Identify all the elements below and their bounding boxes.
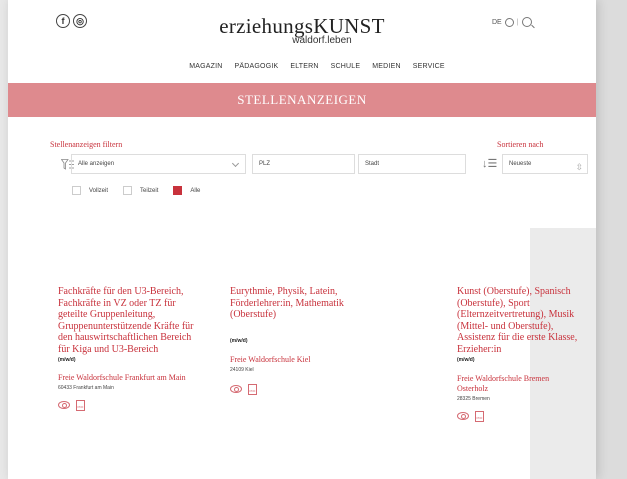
category-select[interactable]: Alle anzeigen <box>71 154 246 174</box>
category-select-value: Alle anzeigen <box>78 161 115 167</box>
stadt-input[interactable]: Stadt <box>358 154 466 174</box>
checkbox-box[interactable] <box>173 186 183 195</box>
job-gender-note: (m/w/d) <box>230 337 248 344</box>
stadt-placeholder: Stadt <box>365 161 380 167</box>
sort-icon[interactable]: ↓☰ <box>482 157 497 170</box>
language-switcher[interactable]: DE | <box>492 17 532 27</box>
sort-select[interactable]: Neueste ⇳ <box>502 154 588 174</box>
card-actions: PDF <box>58 399 198 411</box>
view-icon[interactable] <box>457 412 469 421</box>
school-city: 28325 Bremen <box>457 395 490 402</box>
checkbox-label: Teilzeit <box>140 187 159 194</box>
checkbox-box[interactable] <box>72 186 81 195</box>
nav-item-medien[interactable]: MEDIEN <box>372 63 400 70</box>
job-card[interactable]: Kunst (Oberstufe), Spanisch (Oberstufe),… <box>457 286 582 422</box>
language-label[interactable]: DE <box>492 19 502 26</box>
nav-item-eltern[interactable]: ELTERN <box>290 63 318 70</box>
checkbox-label: Vollzeit <box>89 187 109 194</box>
pdf-icon[interactable]: PDF <box>248 383 257 395</box>
main-navigation: MAGAZIN PÄDAGOGIK ELTERN SCHULE MEDIEN S… <box>8 63 596 70</box>
filter-label: Stellenanzeigen filtern <box>50 140 123 149</box>
school-name[interactable]: Freie Waldorfschule Frankfurt am Main <box>58 373 198 383</box>
separator: | <box>516 18 519 26</box>
globe-icon[interactable] <box>504 17 514 27</box>
sort-label: Sortieren nach <box>497 140 544 149</box>
page-title-banner: STELLENANZEIGEN <box>8 83 596 117</box>
plz-input[interactable]: PLZ <box>252 154 355 174</box>
job-card[interactable]: Eurythmie, Physik, Latein, Förderlehrer:… <box>230 286 370 395</box>
search-icon[interactable] <box>521 17 532 27</box>
view-icon[interactable] <box>58 401 70 410</box>
school-city: 60433 Frankfurt am Main <box>58 384 114 391</box>
pdf-icon[interactable]: PDF <box>76 399 85 411</box>
job-title[interactable]: Fachkräfte für den U3-Bereich, Fachkräft… <box>58 286 198 356</box>
job-gender-note: (m/w/d) <box>457 356 475 363</box>
site-logo-subtitle: waldorf.leben <box>292 35 352 46</box>
nav-item-schule[interactable]: SCHULE <box>331 63 361 70</box>
card-actions: PDF <box>457 410 582 422</box>
checkbox-label: Alle <box>190 187 201 194</box>
job-title[interactable]: Eurythmie, Physik, Latein, Förderlehrer:… <box>230 286 370 321</box>
checkbox-alle[interactable]: Alle <box>173 186 200 195</box>
job-title[interactable]: Kunst (Oberstufe), Spanisch (Oberstufe),… <box>457 286 582 356</box>
pdf-icon[interactable]: PDF <box>475 410 484 422</box>
job-gender-note: (m/w/d) <box>58 356 76 363</box>
page: f ◎ erziehungsKUNST waldorf.leben DE | M… <box>8 0 596 479</box>
nav-item-paedagogik[interactable]: PÄDAGOGIK <box>235 63 279 70</box>
updown-arrows-icon: ⇳ <box>575 162 583 172</box>
employment-type-filter: Vollzeit Teilzeit Alle <box>72 186 208 195</box>
checkbox-box[interactable] <box>123 186 133 195</box>
checkbox-teilzeit[interactable]: Teilzeit <box>123 186 158 195</box>
nav-item-service[interactable]: SERVICE <box>413 63 445 70</box>
checkbox-vollzeit[interactable]: Vollzeit <box>72 186 108 195</box>
school-name[interactable]: Freie Waldorfschule Bremen Osterholz <box>457 374 582 394</box>
sort-select-value: Neueste <box>509 161 532 167</box>
view-icon[interactable] <box>230 385 242 394</box>
school-city: 24109 Kiel <box>230 366 254 373</box>
job-card[interactable]: Fachkräfte für den U3-Bereich, Fachkräft… <box>58 286 198 411</box>
school-name[interactable]: Freie Waldorfschule Kiel <box>230 355 370 365</box>
nav-item-magazin[interactable]: MAGAZIN <box>189 63 222 70</box>
plz-placeholder: PLZ <box>259 161 271 167</box>
card-actions: PDF <box>230 383 370 395</box>
chevron-down-icon <box>231 159 240 168</box>
background-shade <box>596 0 627 479</box>
